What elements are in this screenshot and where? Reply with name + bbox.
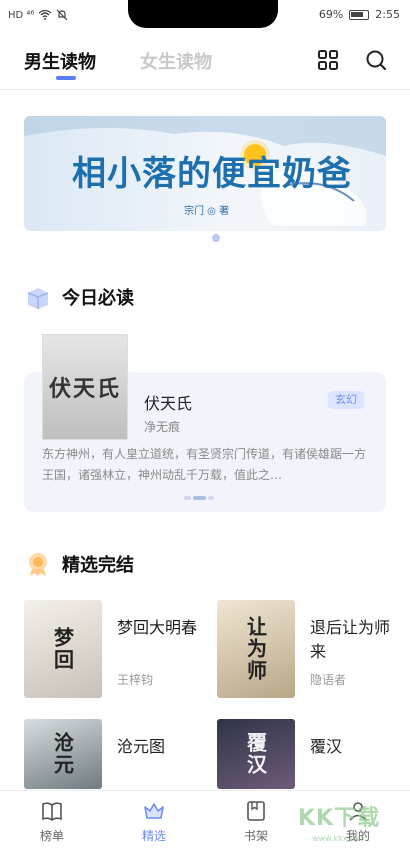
nav-item-ranking[interactable]: 榜单 xyxy=(22,799,82,844)
battery-percent: 69% xyxy=(318,8,344,21)
banner-title: 相小落的便宜奶爸 xyxy=(72,154,352,194)
today-cover-text: 伏天氏 xyxy=(48,376,121,402)
mute-icon xyxy=(56,9,68,21)
nav-label: 书架 xyxy=(243,829,268,843)
wifi-icon xyxy=(39,10,52,20)
crown-icon xyxy=(144,803,164,819)
nav-label: 精选 xyxy=(141,829,166,843)
book-author: 王梓钧 xyxy=(117,673,154,687)
book-stack-icon xyxy=(27,288,49,309)
book-title[interactable]: 覆汉 xyxy=(310,735,394,759)
clock: 2:55 xyxy=(375,8,400,21)
book-author: 隐语者 xyxy=(310,673,347,687)
book-item[interactable]: 覆汉 xyxy=(217,719,295,789)
banner-page-dot xyxy=(212,234,220,242)
status-bar: HD ⁴⁶ 69% 2:55 xyxy=(0,0,410,32)
book-cover-text: 沧元 xyxy=(50,732,75,776)
book-cover[interactable]: 让为师 xyxy=(217,600,295,698)
today-section-title: 今日必读 xyxy=(62,288,134,309)
book-icon xyxy=(42,802,62,821)
book-cover-text: 覆汉 xyxy=(243,732,268,776)
book-cover-text: 梦回 xyxy=(50,627,75,671)
bookshelf-icon xyxy=(247,801,265,821)
finished-section-title: 精选完结 xyxy=(62,555,134,576)
indicator-dot-active xyxy=(192,496,206,500)
today-book-cover[interactable]: 伏天氏 xyxy=(42,334,128,440)
camera-notch xyxy=(128,0,278,28)
finished-section-header: 精选完结 xyxy=(24,550,134,578)
book-cover[interactable]: 覆汉 xyxy=(217,719,295,789)
grid-icon[interactable] xyxy=(316,48,340,72)
book-item[interactable]: 梦回 xyxy=(24,600,102,698)
book-title[interactable]: 退后让为师来 xyxy=(310,616,394,664)
book-item[interactable]: 沧元 xyxy=(24,719,102,789)
medal-icon xyxy=(29,553,47,576)
card-page-indicator xyxy=(184,496,214,500)
status-right: 69% 2:55 xyxy=(319,8,400,21)
status-left: HD ⁴⁶ xyxy=(8,9,68,21)
book-cover-text: 让为师 xyxy=(243,616,268,682)
watermark-logo: KK下载 xyxy=(298,806,381,831)
signal-text: HD ⁴⁶ xyxy=(8,9,35,21)
book-cover[interactable]: 沧元 xyxy=(24,719,102,789)
banner-author: 宗门 ◎ 著 xyxy=(184,206,230,217)
today-book-title[interactable]: 伏天氏 xyxy=(144,390,192,414)
nav-label: 榜单 xyxy=(39,829,64,843)
nav-item-featured[interactable]: 精选 xyxy=(124,799,184,844)
battery-icon xyxy=(349,9,370,20)
indicator-dot xyxy=(207,496,214,500)
today-section-header: 今日必读 xyxy=(24,283,134,311)
watermark-url: www.kkx.net xyxy=(312,834,364,843)
tab-male-reading[interactable]: 男生读物 xyxy=(24,48,96,74)
tab-female-reading[interactable]: 女生读物 xyxy=(140,48,212,74)
today-book-description: 东方神州，有人皇立道统，有圣贤宗门传道，有诸侯雄踞一方王国，诸强林立，神州动乱千… xyxy=(42,447,367,482)
today-book-author: 净无痕 xyxy=(144,420,181,434)
book-item[interactable]: 让为师 xyxy=(217,600,295,698)
book-title[interactable]: 沧元图 xyxy=(117,735,201,759)
indicator-dot xyxy=(184,496,191,500)
top-tab-bar: 男生读物 女生读物 xyxy=(0,32,410,90)
book-title[interactable]: 梦回大明春 xyxy=(117,616,201,640)
promo-banner[interactable]: 相小落的便宜奶爸 宗门 ◎ 著 xyxy=(24,116,386,231)
book-cover[interactable]: 梦回 xyxy=(24,600,102,698)
nav-item-bookshelf[interactable]: 书架 xyxy=(226,799,286,844)
active-tab-indicator xyxy=(56,76,76,80)
genre-badge: 玄幻 xyxy=(328,391,364,409)
search-icon[interactable] xyxy=(364,48,388,72)
